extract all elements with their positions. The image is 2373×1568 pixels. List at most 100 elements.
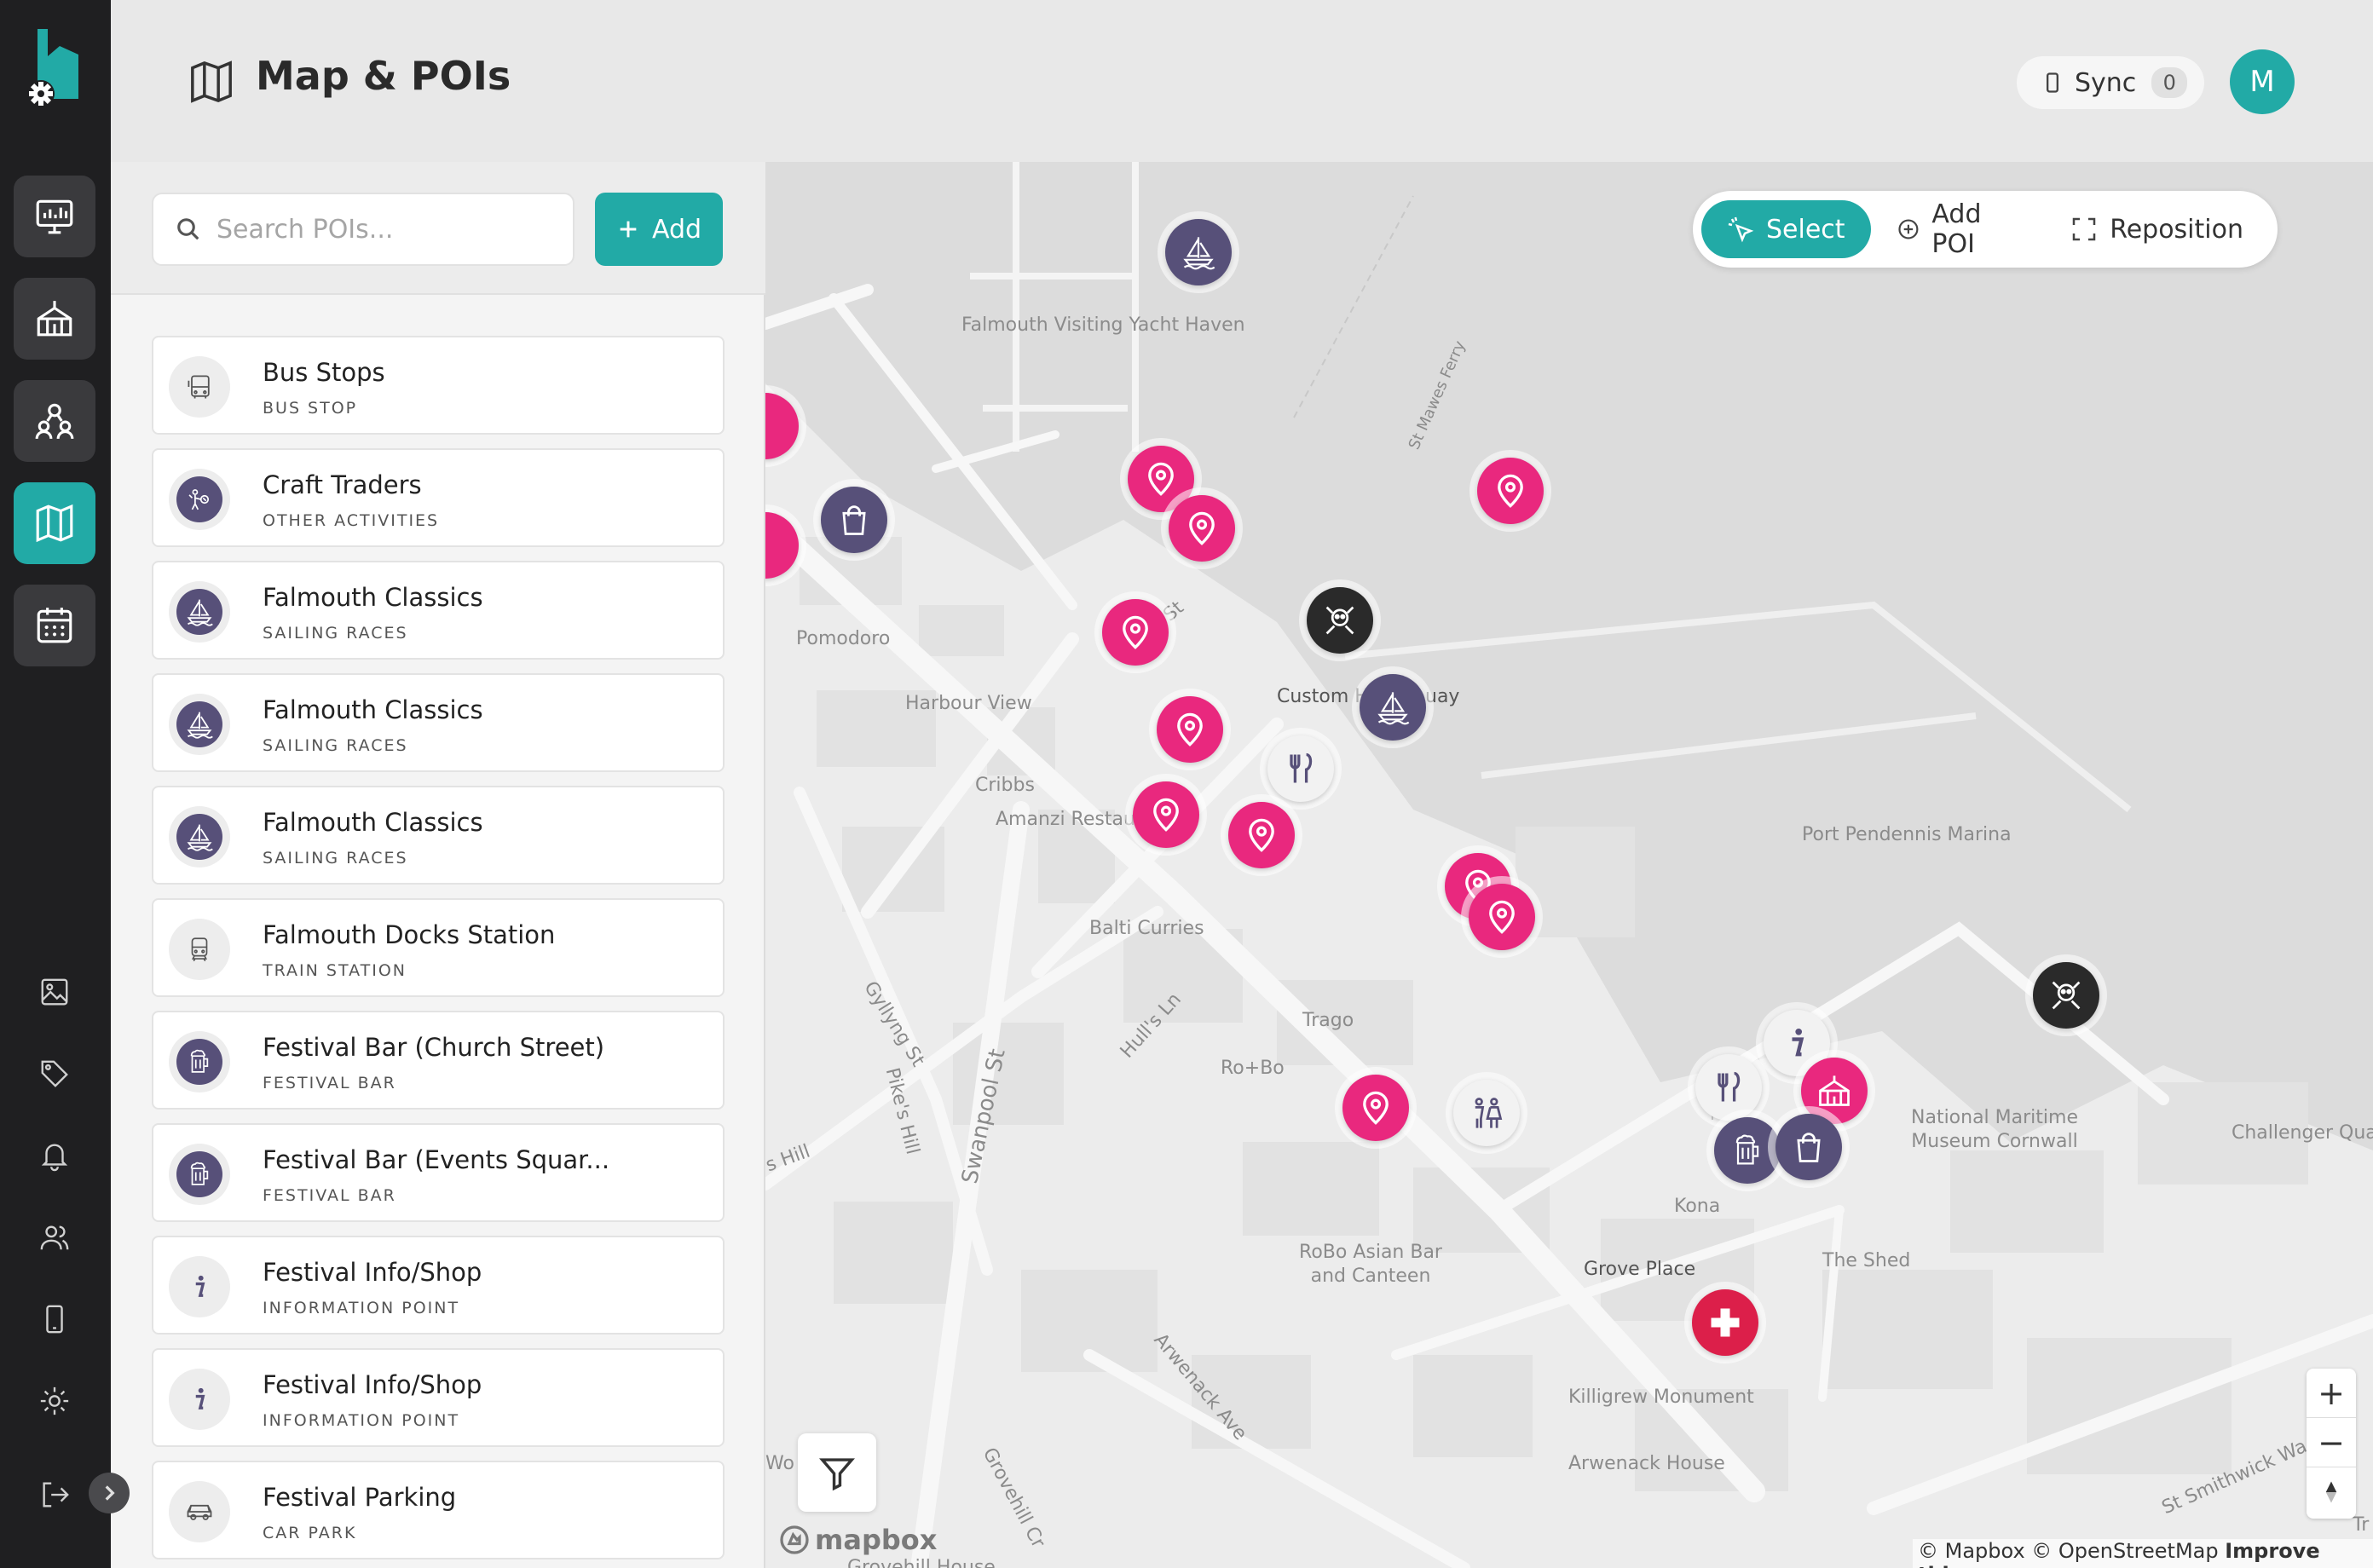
poi-marker-dot [821,487,887,553]
poi-icon-wrap [169,694,230,755]
info-icon [195,1275,205,1297]
poi-type: SAILING RACES [263,736,408,755]
poi-marker-dot [1169,495,1235,562]
add-poi-button[interactable]: Add [595,193,723,266]
search-input[interactable] [217,214,557,245]
poi-marker-dot [1469,884,1535,950]
poi-list-item[interactable]: Festival Bar (Church Street) FESTIVAL BA… [152,1011,725,1110]
rail-logout-button[interactable] [31,1471,78,1519]
tag-icon [41,1060,68,1087]
shopping-bag-icon [1797,1133,1821,1162]
map-canvas[interactable]: Falmouth Visiting Yacht Haven Pomodoro H… [765,162,2373,1568]
map-poi-marker[interactable] [1684,1282,1766,1363]
poi-list-item[interactable]: Falmouth Classics SAILING RACES [152,673,725,772]
poi-list-item[interactable]: Falmouth Classics SAILING RACES [152,561,725,660]
poi-icon-circle [176,1489,222,1535]
user-avatar[interactable]: M [2230,49,2295,114]
map-label: Arwenack House [1568,1453,1725,1474]
map-filter-button[interactable] [798,1433,876,1512]
compass-button[interactable] [2307,1467,2356,1517]
poi-icon-wrap [169,1031,230,1092]
rail-calendar-button[interactable] [14,585,95,666]
rail-people-button[interactable] [14,380,95,462]
mapbox-icon [780,1525,809,1554]
people-network-icon [35,403,74,439]
mapbox-logo[interactable]: mapbox [779,1524,937,1556]
map-poi-marker[interactable] [1461,876,1543,958]
poi-marker-dot [765,393,799,459]
poi-icon-circle [176,1376,222,1422]
map-label: Challenger Quay [2232,1122,2373,1144]
rail-notifications-button[interactable] [31,1132,78,1179]
map-poi-marker[interactable] [1446,1072,1527,1154]
first-aid-icon [1711,1308,1740,1337]
rail-users-button[interactable] [31,1213,78,1261]
location-pin-icon [1148,462,1174,496]
info-icon [195,1387,205,1409]
poi-marker-dot [1102,599,1169,666]
poi-list-item[interactable]: Bus Stops BUS STOP [152,336,725,435]
poi-marker-dot [2033,962,2099,1029]
select-mode-label: Select [1766,214,1845,245]
poi-name: Falmouth Classics [263,695,483,724]
poi-icon-wrap [169,919,230,980]
poi-panel-toolbar: Add [111,162,765,295]
poi-list-item[interactable]: Festival Bar (Events Squar... FESTIVAL B… [152,1123,725,1222]
select-mode-button[interactable]: Select [1701,200,1871,258]
map-label: The Shed [1822,1250,1911,1271]
poi-type: INFORMATION POINT [263,1299,460,1317]
poi-icon-circle [176,476,222,522]
map-label: Amanzi Restau [996,809,1135,830]
map-poi-marker[interactable] [1768,1106,1850,1188]
map-label: Ro+Bo [1221,1058,1285,1079]
rail-media-button[interactable] [31,968,78,1016]
map-poi-marker[interactable] [1469,450,1551,532]
top-header: Map & POIs Sync 0 M [111,0,2373,162]
rail-tags-button[interactable] [31,1050,78,1098]
poi-marker-dot [1165,219,1232,285]
poi-icon-circle [176,1039,222,1085]
rail-festival-button[interactable] [14,278,95,360]
poi-list-item[interactable]: Festival Info/Shop INFORMATION POINT [152,1348,725,1447]
map-poi-marker[interactable] [1158,211,1239,293]
poi-type: SAILING RACES [263,624,408,643]
map-poi-marker[interactable] [1221,794,1302,876]
rail-dashboard-button[interactable] [14,176,95,257]
map-poi-marker[interactable] [2025,954,2107,1036]
rail-devices-button[interactable] [31,1295,78,1343]
poi-type: OTHER ACTIVITIES [263,511,440,530]
map-poi-marker[interactable] [813,479,895,561]
map-poi-marker[interactable] [1299,579,1381,661]
rail-map-button[interactable] [14,482,95,564]
map-label: Grove Place [1584,1259,1696,1280]
sync-button[interactable]: Sync 0 [2017,56,2204,109]
reposition-mode-button[interactable]: Reposition [2045,200,2269,258]
fork-knife-icon [1290,752,1313,783]
plus-circle-icon [1897,219,1919,239]
poi-name: Festival Parking [263,1483,457,1512]
app-logo[interactable] [26,22,85,111]
poi-list-item[interactable]: Falmouth Classics SAILING RACES [152,786,725,885]
zoom-in-button[interactable]: + [2307,1369,2356,1418]
poi-list-item[interactable]: Festival Parking CAR PARK [152,1461,725,1559]
zoom-out-button[interactable]: − [2307,1418,2356,1467]
map-label: Killigrew Monument [1568,1386,1754,1408]
poi-type: INFORMATION POINT [263,1411,460,1430]
attribution-copyright[interactable]: © Mapbox © OpenStreetMap [1918,1539,2219,1563]
map-poi-marker[interactable] [1161,487,1243,569]
rail-expand-button[interactable] [89,1473,130,1513]
map-poi-marker[interactable] [1352,666,1434,748]
add-poi-mode-button[interactable]: Add POI [1871,199,2046,259]
map-poi-marker[interactable] [1094,591,1176,673]
map-poi-marker[interactable] [1125,774,1207,856]
rail-settings-button[interactable] [31,1377,78,1425]
map-base-layer [765,162,2373,1568]
poi-name: Festival Bar (Events Squar... [263,1145,610,1174]
search-box[interactable] [152,193,574,266]
poi-list-item[interactable]: Craft Traders OTHER ACTIVITIES [152,448,725,547]
location-pin-icon [1363,1091,1389,1125]
map-poi-marker[interactable] [1335,1067,1417,1149]
poi-list-item[interactable]: Festival Info/Shop INFORMATION POINT [152,1236,725,1335]
poi-list-item[interactable]: Falmouth Docks Station TRAIN STATION [152,898,725,997]
map-poi-marker[interactable] [1149,689,1231,770]
